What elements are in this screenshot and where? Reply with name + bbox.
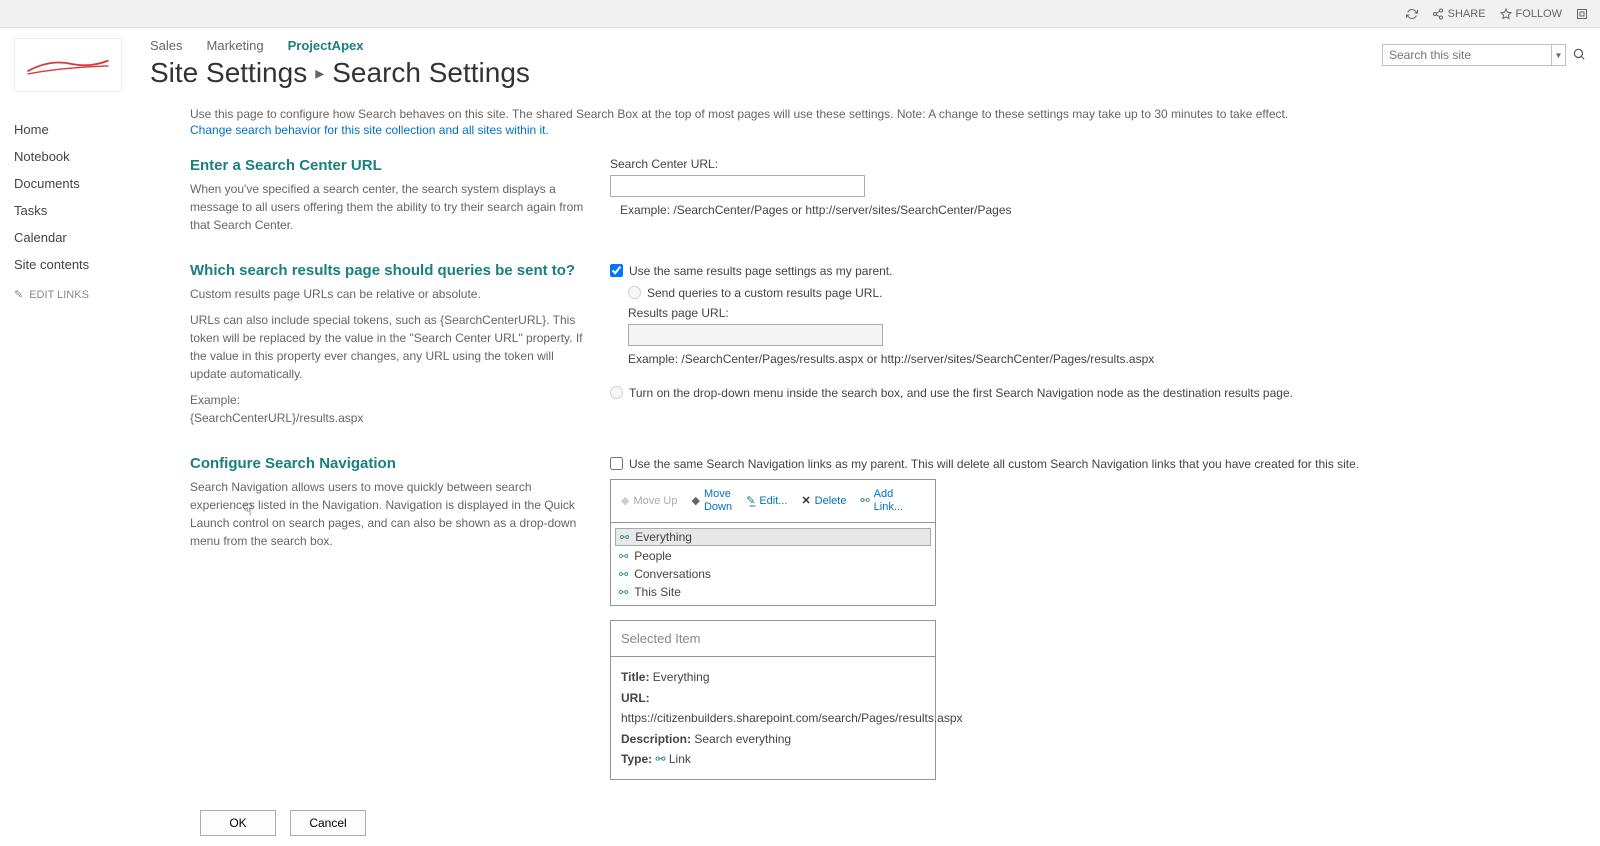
nav-documents[interactable]: Documents	[14, 170, 138, 197]
edit-button[interactable]: ✎̲Edit...	[740, 484, 793, 518]
top-nav: Sales Marketing ProjectApex	[150, 38, 1586, 53]
link-icon: ⚯	[860, 495, 869, 508]
custom-results-radio[interactable]	[628, 286, 641, 299]
left-column: Home Notebook Documents Tasks Calendar S…	[14, 38, 138, 836]
custom-results-label: Send queries to a custom results page UR…	[647, 284, 882, 302]
quick-launch: Home Notebook Documents Tasks Calendar S…	[14, 116, 138, 301]
follow-label: FOLLOW	[1516, 8, 1562, 20]
sel-title-label: Title:	[621, 670, 649, 684]
section1-heading: Enter a Search Center URL	[190, 157, 590, 174]
dropdown-radio-label: Turn on the drop-down menu inside the se…	[629, 384, 1293, 402]
share-button[interactable]: SHARE	[1432, 8, 1486, 20]
ribbon-bar: SHARE FOLLOW	[0, 0, 1600, 28]
search-center-example: Example: /SearchCenter/Pages or http://s…	[620, 203, 1490, 217]
search-center-url-input[interactable]	[610, 175, 865, 197]
sel-desc-value: Search everything	[694, 732, 791, 746]
sel-title-value: Everything	[653, 670, 710, 684]
focus-icon[interactable]	[1576, 8, 1588, 20]
use-parent-nav-checkbox[interactable]	[610, 457, 623, 470]
search-icon[interactable]	[1572, 47, 1586, 64]
link-icon: ⚯	[620, 531, 629, 544]
topnav-sales[interactable]: Sales	[150, 38, 183, 53]
nav-item-conversations[interactable]: ⚯Conversations	[611, 565, 935, 583]
nav-item-everything[interactable]: ⚯Everything	[615, 528, 931, 546]
search-scope-dropdown[interactable]: ▼	[1552, 44, 1566, 66]
use-parent-results-label: Use the same results page settings as my…	[629, 262, 892, 280]
section2-desc1: Custom results page URLs can be relative…	[190, 285, 590, 303]
search-input[interactable]	[1382, 44, 1552, 66]
nav-calendar[interactable]: Calendar	[14, 224, 138, 251]
nav-site-contents[interactable]: Site contents	[14, 251, 138, 278]
nav-toolbar: ◆Move Up ◆Move Down ✎̲Edit... ✕Delete ⚯A…	[611, 480, 935, 523]
section3-heading: Configure Search Navigation	[190, 455, 590, 472]
selected-item-panel: Selected Item Title: Everything URL:http…	[610, 620, 936, 780]
breadcrumb-separator-icon: ▸	[315, 63, 324, 84]
share-label: SHARE	[1448, 8, 1486, 20]
topnav-projectapex[interactable]: ProjectApex	[288, 38, 364, 53]
edit-links-button[interactable]: ✎ EDIT LINKS	[14, 288, 138, 301]
nav-list: ⚯Everything ⚯People ⚯Conversations ⚯This…	[611, 523, 935, 605]
nav-home[interactable]: Home	[14, 116, 138, 143]
link-icon: ⚯	[619, 586, 628, 599]
sync-icon[interactable]	[1406, 8, 1418, 20]
arrow-down-icon: ◆	[692, 495, 700, 508]
sel-url-value: https://citizenbuilders.sharepoint.com/s…	[621, 711, 963, 725]
nav-tasks[interactable]: Tasks	[14, 197, 138, 224]
edit-links-label: EDIT LINKS	[29, 289, 89, 301]
ok-button[interactable]: OK	[200, 810, 276, 836]
sel-url-label: URL:	[621, 691, 650, 705]
section2-desc3: Example:{SearchCenterURL}/results.aspx	[190, 391, 590, 427]
nav-item-people[interactable]: ⚯People	[611, 547, 935, 565]
use-parent-nav-label: Use the same Search Navigation links as …	[629, 455, 1359, 473]
section2-desc2: URLs can also include special tokens, su…	[190, 311, 590, 383]
section1-desc: When you've specified a search center, t…	[190, 180, 590, 234]
sel-desc-label: Description:	[621, 732, 691, 746]
link-icon: ⚯	[619, 568, 628, 581]
section3-desc: Search Navigation allows users to move q…	[190, 478, 590, 550]
move-up-button: ◆Move Up	[615, 484, 684, 518]
nav-item-this-site[interactable]: ⚯This Site	[611, 583, 935, 601]
results-page-url-input	[628, 324, 883, 346]
selected-item-header: Selected Item	[611, 621, 935, 657]
nav-editor: ◆Move Up ◆Move Down ✎̲Edit... ✕Delete ⚯A…	[610, 479, 936, 606]
main-content: Sales Marketing ProjectApex Site Setting…	[138, 38, 1586, 836]
results-page-example: Example: /SearchCenter/Pages/results.asp…	[628, 352, 1490, 366]
move-down-button[interactable]: ◆Move Down	[686, 484, 739, 518]
results-page-url-label: Results page URL:	[628, 306, 1490, 320]
page-heading: Search Settings	[332, 57, 530, 89]
topnav-marketing[interactable]: Marketing	[207, 38, 264, 53]
edit-icon: ✎̲	[746, 495, 755, 508]
section2-heading: Which search results page should queries…	[190, 262, 590, 279]
use-parent-results-checkbox[interactable]	[610, 264, 623, 277]
pencil-icon: ✎	[14, 288, 23, 301]
follow-button[interactable]: FOLLOW	[1500, 8, 1562, 20]
site-search-box: ▼	[1382, 44, 1586, 66]
add-link-button[interactable]: ⚯Add Link...	[854, 484, 909, 518]
cancel-button[interactable]: Cancel	[290, 810, 366, 836]
search-center-url-label: Search Center URL:	[610, 157, 1490, 171]
close-icon: ✕	[801, 495, 810, 508]
site-logo[interactable]	[14, 38, 122, 92]
delete-button[interactable]: ✕Delete	[795, 484, 852, 518]
breadcrumb-site-settings[interactable]: Site Settings	[150, 57, 307, 89]
dropdown-radio[interactable]	[610, 386, 623, 399]
page-title: Site Settings ▸ Search Settings	[150, 57, 1586, 89]
link-icon: ⚯	[619, 550, 628, 563]
arrow-up-icon: ◆	[621, 495, 629, 508]
nav-notebook[interactable]: Notebook	[14, 143, 138, 170]
intro-text: Use this page to configure how Search be…	[190, 107, 1490, 121]
change-behavior-link[interactable]: Change search behavior for this site col…	[190, 123, 549, 137]
